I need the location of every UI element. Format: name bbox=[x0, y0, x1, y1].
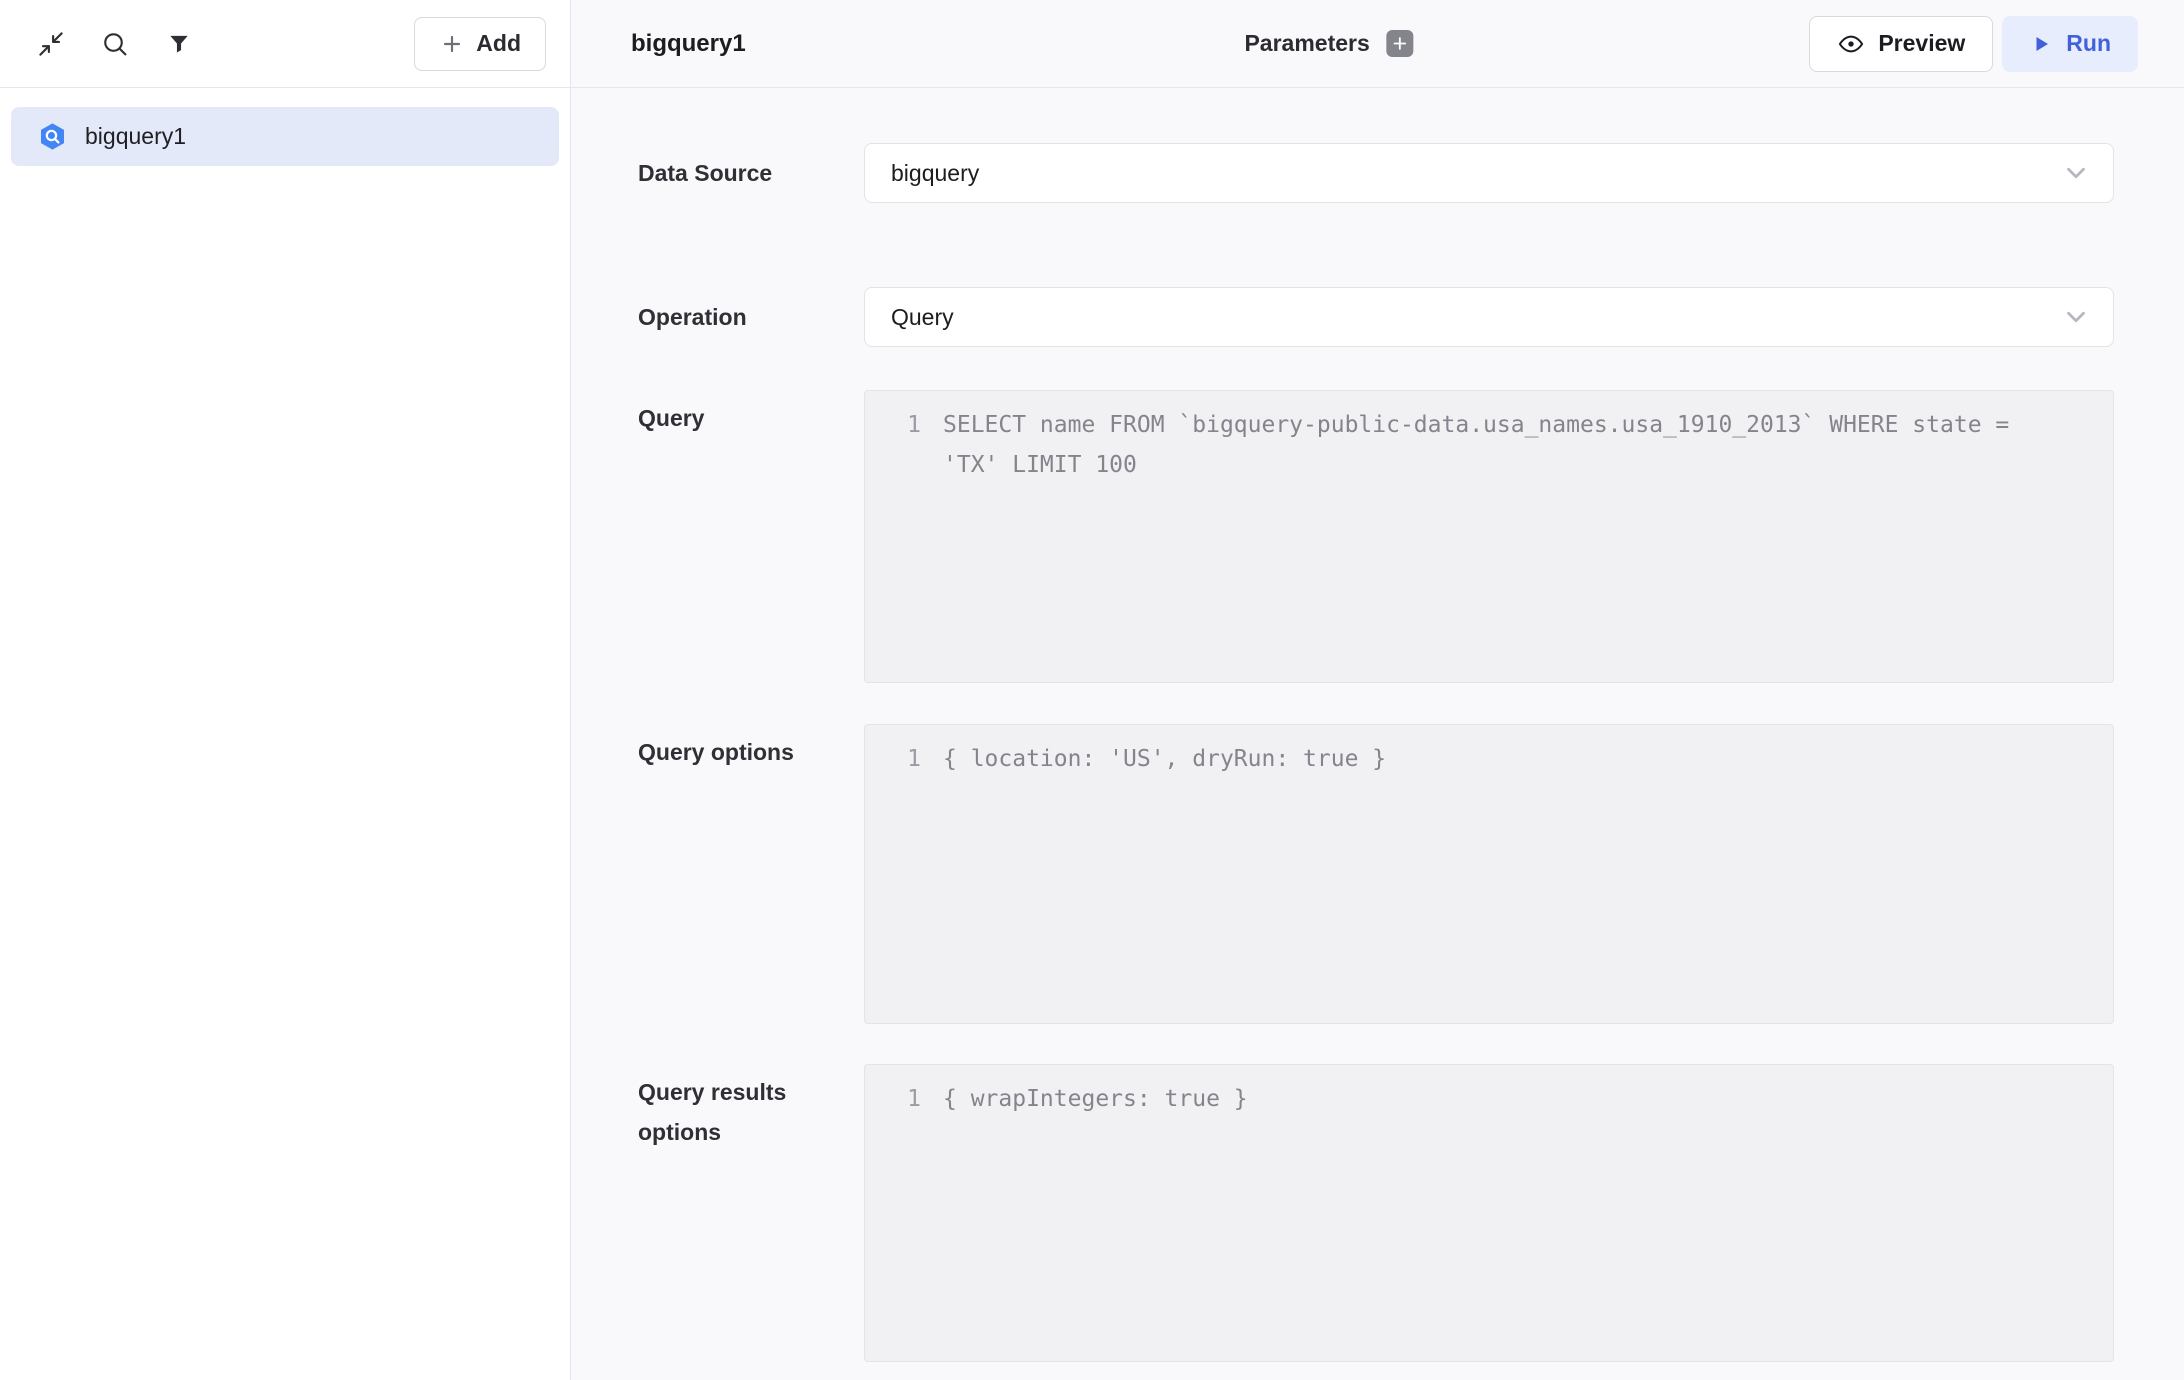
query-options-code-text: { location: 'US', dryRun: true } bbox=[943, 739, 2113, 779]
preview-button[interactable]: Preview bbox=[1809, 16, 1993, 72]
line-number: 1 bbox=[865, 405, 921, 445]
query-results-options-row: Query results options 1 { wrapIntegers: … bbox=[638, 1064, 2114, 1362]
play-icon bbox=[2029, 32, 2053, 56]
sidebar-toolbar: Add bbox=[0, 0, 570, 88]
query-list-item-bigquery1[interactable]: bigquery1 bbox=[11, 107, 559, 166]
query-editor-panel: bigquery1 Parameters Preview bbox=[571, 0, 2184, 1380]
query-options-row: Query options 1 { location: 'US', dryRun… bbox=[638, 724, 2114, 1024]
line-number: 1 bbox=[865, 739, 921, 779]
query-options-label: Query options bbox=[638, 724, 864, 772]
query-list-item-label: bigquery1 bbox=[85, 123, 186, 150]
query-row: Query 1 SELECT name FROM `bigquery-publi… bbox=[638, 390, 2114, 683]
app-window: Add bigquery1 bigquery1 Parameters bbox=[0, 0, 2184, 1380]
operation-label: Operation bbox=[638, 297, 864, 337]
line-number: 1 bbox=[865, 1079, 921, 1119]
query-sidebar: Add bigquery1 bbox=[0, 0, 571, 1380]
data-source-label: Data Source bbox=[638, 153, 864, 193]
add-parameter-button[interactable] bbox=[1387, 30, 1414, 57]
data-source-select[interactable]: bigquery bbox=[864, 143, 2114, 203]
add-button-label: Add bbox=[476, 30, 521, 57]
filter-icon[interactable] bbox=[164, 29, 194, 59]
plus-icon bbox=[1392, 35, 1409, 52]
query-results-options-editor[interactable]: 1 { wrapIntegers: true } bbox=[864, 1064, 2114, 1362]
query-list: bigquery1 bbox=[0, 88, 570, 185]
plus-icon bbox=[439, 31, 465, 57]
run-button-label: Run bbox=[2066, 30, 2111, 57]
query-form: Data Source bigquery Operation Query bbox=[571, 88, 2184, 1362]
chevron-down-icon bbox=[2061, 158, 2091, 188]
add-query-button[interactable]: Add bbox=[414, 17, 546, 71]
query-title: bigquery1 bbox=[631, 30, 746, 58]
query-options-editor[interactable]: 1 { location: 'US', dryRun: true } bbox=[864, 724, 2114, 1024]
query-results-options-label: Query results options bbox=[638, 1064, 864, 1152]
data-source-value: bigquery bbox=[891, 160, 979, 187]
operation-value: Query bbox=[891, 304, 954, 331]
search-icon[interactable] bbox=[100, 29, 130, 59]
eye-icon bbox=[1837, 30, 1865, 58]
run-button[interactable]: Run bbox=[2002, 16, 2138, 72]
operation-row: Operation Query bbox=[638, 287, 2114, 347]
query-label: Query bbox=[638, 390, 864, 438]
query-code-editor[interactable]: 1 SELECT name FROM `bigquery-public-data… bbox=[864, 390, 2114, 683]
chevron-down-icon bbox=[2061, 302, 2091, 332]
preview-button-label: Preview bbox=[1878, 30, 1965, 57]
operation-select[interactable]: Query bbox=[864, 287, 2114, 347]
bigquery-icon bbox=[37, 121, 68, 152]
query-editor-header: bigquery1 Parameters Preview bbox=[571, 0, 2184, 88]
parameters-group: Parameters bbox=[1244, 30, 1413, 57]
query-code-text: SELECT name FROM `bigquery-public-data.u… bbox=[943, 405, 2113, 485]
query-results-options-code-text: { wrapIntegers: true } bbox=[943, 1079, 2113, 1119]
collapse-panel-icon[interactable] bbox=[36, 29, 66, 59]
header-actions: Preview Run bbox=[1809, 16, 2138, 72]
parameters-label: Parameters bbox=[1244, 30, 1369, 57]
data-source-row: Data Source bigquery bbox=[638, 143, 2114, 203]
